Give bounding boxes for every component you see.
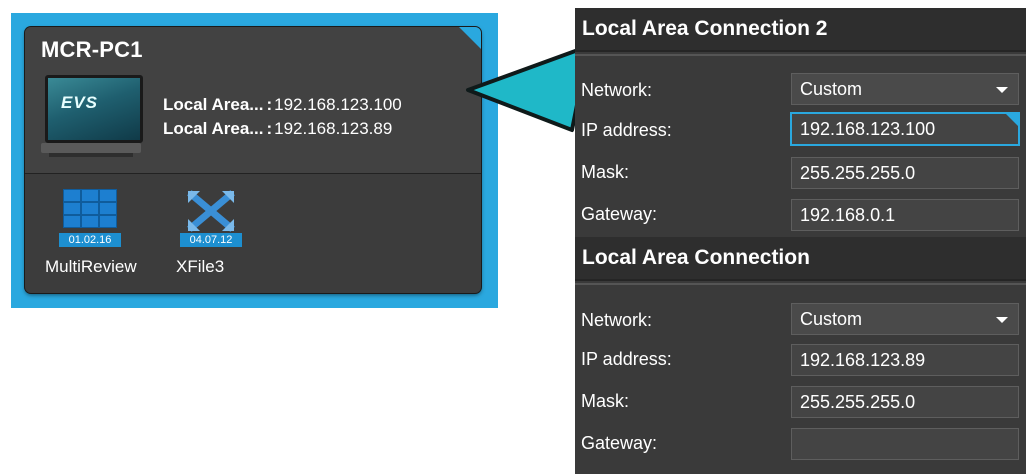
mask-field[interactable]: 255.255.255.0: [791, 386, 1019, 418]
mask-field[interactable]: 255.255.255.0: [791, 157, 1019, 189]
gateway-field[interactable]: 192.168.0.1: [791, 199, 1019, 231]
network-select[interactable]: Custom: [791, 73, 1019, 105]
section-header-lac: Local Area Connection: [575, 237, 1026, 285]
ip-address-field[interactable]: 192.168.123.100: [791, 113, 1019, 145]
mask-label: Mask:: [581, 391, 630, 411]
gateway-label: Gateway:: [581, 433, 658, 453]
connection-name: Local Area...: [163, 119, 264, 138]
network-select-value: Custom: [800, 309, 863, 329]
pc-card-frame: MCR-PC1 EVS Local Area...:192.168.123.10…: [11, 13, 498, 308]
ip-address-field[interactable]: 192.168.123.89: [791, 344, 1019, 376]
network-select[interactable]: Custom: [791, 303, 1019, 335]
network-select-value: Custom: [800, 79, 863, 99]
pc-name: MCR-PC1: [41, 37, 143, 62]
connection-ip: 192.168.123.89: [274, 119, 393, 138]
xfile-icon: 04.07.12: [180, 187, 242, 247]
mask-label: Mask:: [581, 162, 630, 182]
section-header-lac2: Local Area Connection 2: [575, 8, 1026, 56]
connection-row: Local Area...:192.168.123.100: [163, 95, 402, 114]
monitor-logo: EVS: [61, 93, 99, 112]
ip-address-label: IP address:: [581, 120, 672, 140]
app-version: 01.02.16: [59, 233, 121, 247]
gateway-field[interactable]: [791, 428, 1019, 460]
connection-ip: 192.168.123.100: [274, 95, 402, 114]
ip-address-label: IP address:: [581, 349, 672, 369]
connection-row: Local Area...:192.168.123.89: [163, 119, 393, 138]
pc-card[interactable]: MCR-PC1 EVS Local Area...:192.168.123.10…: [25, 27, 481, 293]
network-settings-panel: Local Area Connection 2 Network: Custom …: [575, 8, 1026, 474]
grid-icon: 01.02.16: [59, 187, 121, 247]
app-label: MultiReview: [45, 257, 137, 276]
monitor-icon: EVS: [41, 75, 143, 159]
app-label: XFile3: [176, 257, 225, 276]
network-label: Network:: [581, 80, 653, 100]
app-version: 04.07.12: [180, 233, 242, 247]
chevron-down-icon: [996, 317, 1008, 323]
chevron-down-icon: [996, 87, 1008, 93]
network-label: Network:: [581, 310, 653, 330]
divider: [25, 173, 481, 174]
connection-name: Local Area...: [163, 95, 264, 114]
gateway-label: Gateway:: [581, 204, 658, 224]
